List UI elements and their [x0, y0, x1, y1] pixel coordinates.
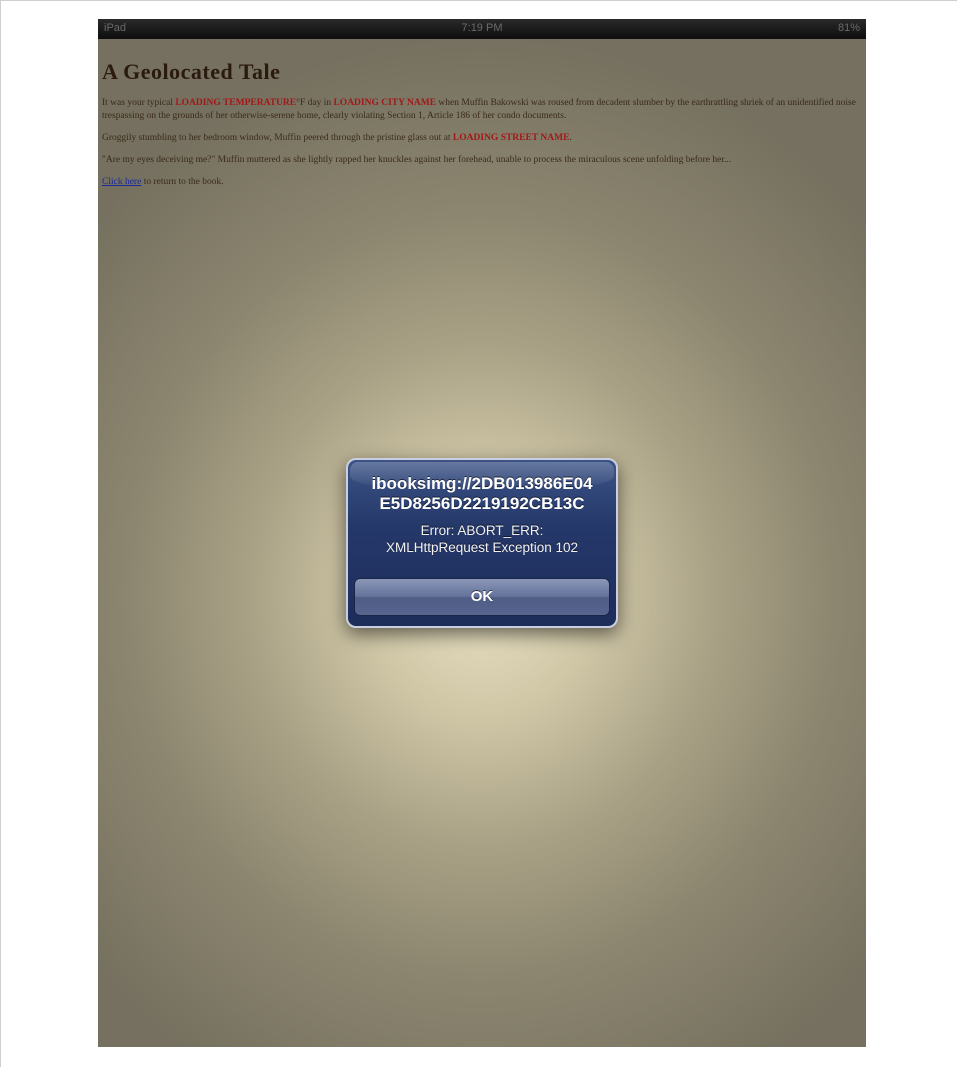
ipad-screen: iPad 7:19 PM 81% A Geolocated Tale It wa… [98, 19, 866, 1047]
alert-title: ibooksimg://2DB013986E04 E5D8256D2219192… [348, 474, 616, 514]
status-battery: 81% [837, 22, 860, 34]
paragraph-2-text-a: Groggily stumbling to her bedroom window… [102, 133, 453, 143]
street-placeholder: LOADING STREET NAME [452, 133, 570, 143]
frame-border-top [0, 0, 957, 1]
book-page: A Geolocated Tale It was your typical LO… [102, 59, 858, 198]
paragraph-2: Groggily stumbling to her bedroom window… [102, 132, 858, 145]
alert-title-line-2: E5D8256D2219192CB13C [379, 494, 585, 513]
return-to-book-link[interactable]: Click here [102, 177, 141, 187]
paragraph-1: It was your typical LOADING TEMPERATURE°… [102, 97, 858, 123]
ok-button[interactable]: OK [354, 578, 610, 616]
paragraph-2-text-b: . [569, 133, 572, 143]
temperature-placeholder: LOADING TEMPERATURE [175, 98, 297, 108]
status-time: 7:19 PM [461, 22, 503, 34]
error-alert-dialog: ibooksimg://2DB013986E04 E5D8256D2219192… [346, 458, 618, 628]
status-bar: iPad 7:19 PM 81% [98, 19, 866, 39]
paragraph-1-text-a: It was your typical [102, 98, 176, 108]
page-title: A Geolocated Tale [102, 59, 281, 84]
alert-message-line-2: XMLHttpRequest Exception 102 [385, 540, 579, 555]
paragraph-4: Click here to return to the book. [102, 176, 858, 189]
alert-message: Error: ABORT_ERR: XMLHttpRequest Excepti… [348, 522, 616, 556]
paragraph-3: "Are my eyes deceiving me?" Muffin mutte… [102, 155, 732, 165]
paragraph-4-text: to return to the book. [141, 177, 224, 187]
alert-title-line-1: ibooksimg://2DB013986E04 [371, 474, 593, 493]
alert-message-line-1: Error: ABORT_ERR: [420, 523, 544, 538]
frame-border-left [0, 0, 1, 1067]
paragraph-1-text-b: °F day in [296, 98, 334, 108]
city-placeholder: LOADING CITY NAME [333, 98, 437, 108]
